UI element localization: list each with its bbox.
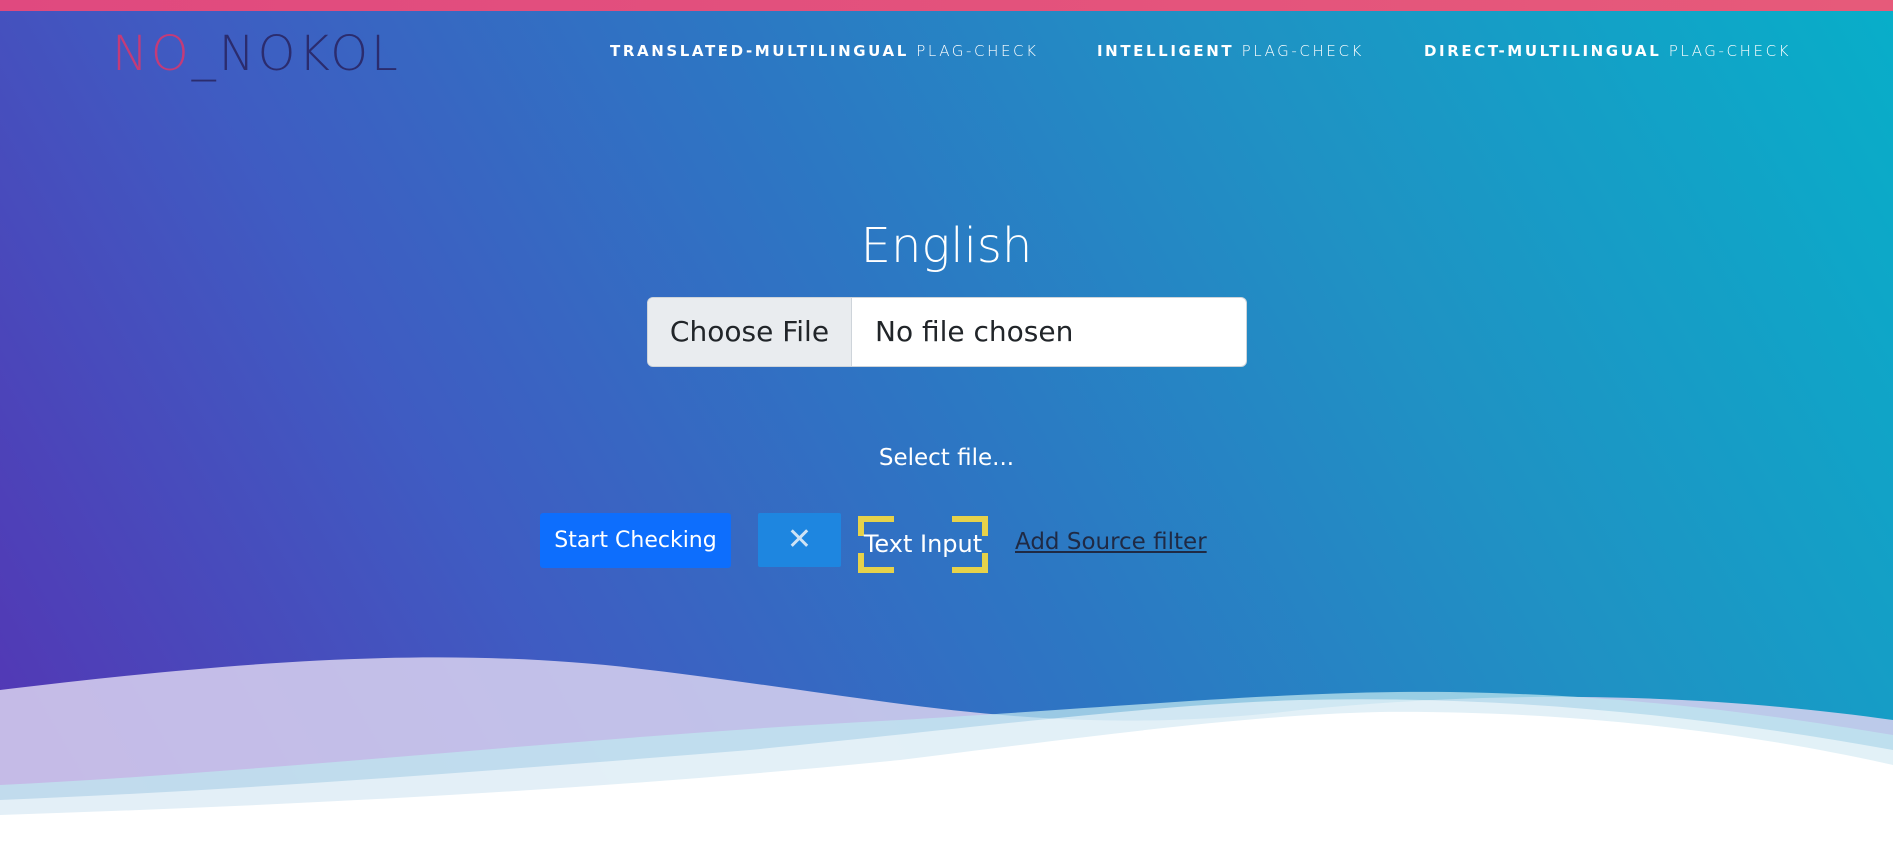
close-icon: ✕ <box>786 522 813 557</box>
nav-translated-multilingual[interactable]: TRANSLATED-MULTILINGUAL PLAG-CHECK <box>610 11 1039 91</box>
nav-item-light: PLAG-CHECK <box>916 42 1039 60</box>
top-accent-stripe <box>0 0 1893 11</box>
select-file-label: Select file... <box>878 445 1015 471</box>
nav-item-light: PLAG-CHECK <box>1241 42 1364 60</box>
nav-direct-multilingual[interactable]: DIRECT-MULTILINGUAL PLAG-CHECK <box>1424 11 1791 91</box>
brand-logo-part1: NO <box>112 26 192 82</box>
text-input-button[interactable]: Text Input <box>858 516 988 573</box>
file-input[interactable]: Choose File No file chosen <box>647 297 1247 367</box>
text-input-label: Text Input <box>863 530 983 558</box>
wave-decoration <box>0 657 1893 868</box>
nav-intelligent[interactable]: INTELLIGENT PLAG-CHECK <box>1097 11 1364 91</box>
clear-button[interactable]: ✕ <box>758 513 841 567</box>
choose-file-button[interactable]: Choose File <box>648 298 852 366</box>
brand-logo-part2: _NOKOL <box>191 26 401 82</box>
file-status-text: No file chosen <box>875 315 1074 348</box>
nav-item-bold: INTELLIGENT <box>1097 42 1235 60</box>
add-source-filter-link[interactable]: Add Source filter <box>1015 525 1207 559</box>
brand-logo[interactable]: NO_NOKOL <box>112 19 401 89</box>
start-checking-button[interactable]: Start Checking <box>540 513 731 568</box>
nav-item-light: PLAG-CHECK <box>1668 42 1792 60</box>
language-title: English <box>860 218 1033 274</box>
nav-item-bold: DIRECT-MULTILINGUAL <box>1424 42 1662 60</box>
nav-item-bold: TRANSLATED-MULTILINGUAL <box>610 42 909 60</box>
